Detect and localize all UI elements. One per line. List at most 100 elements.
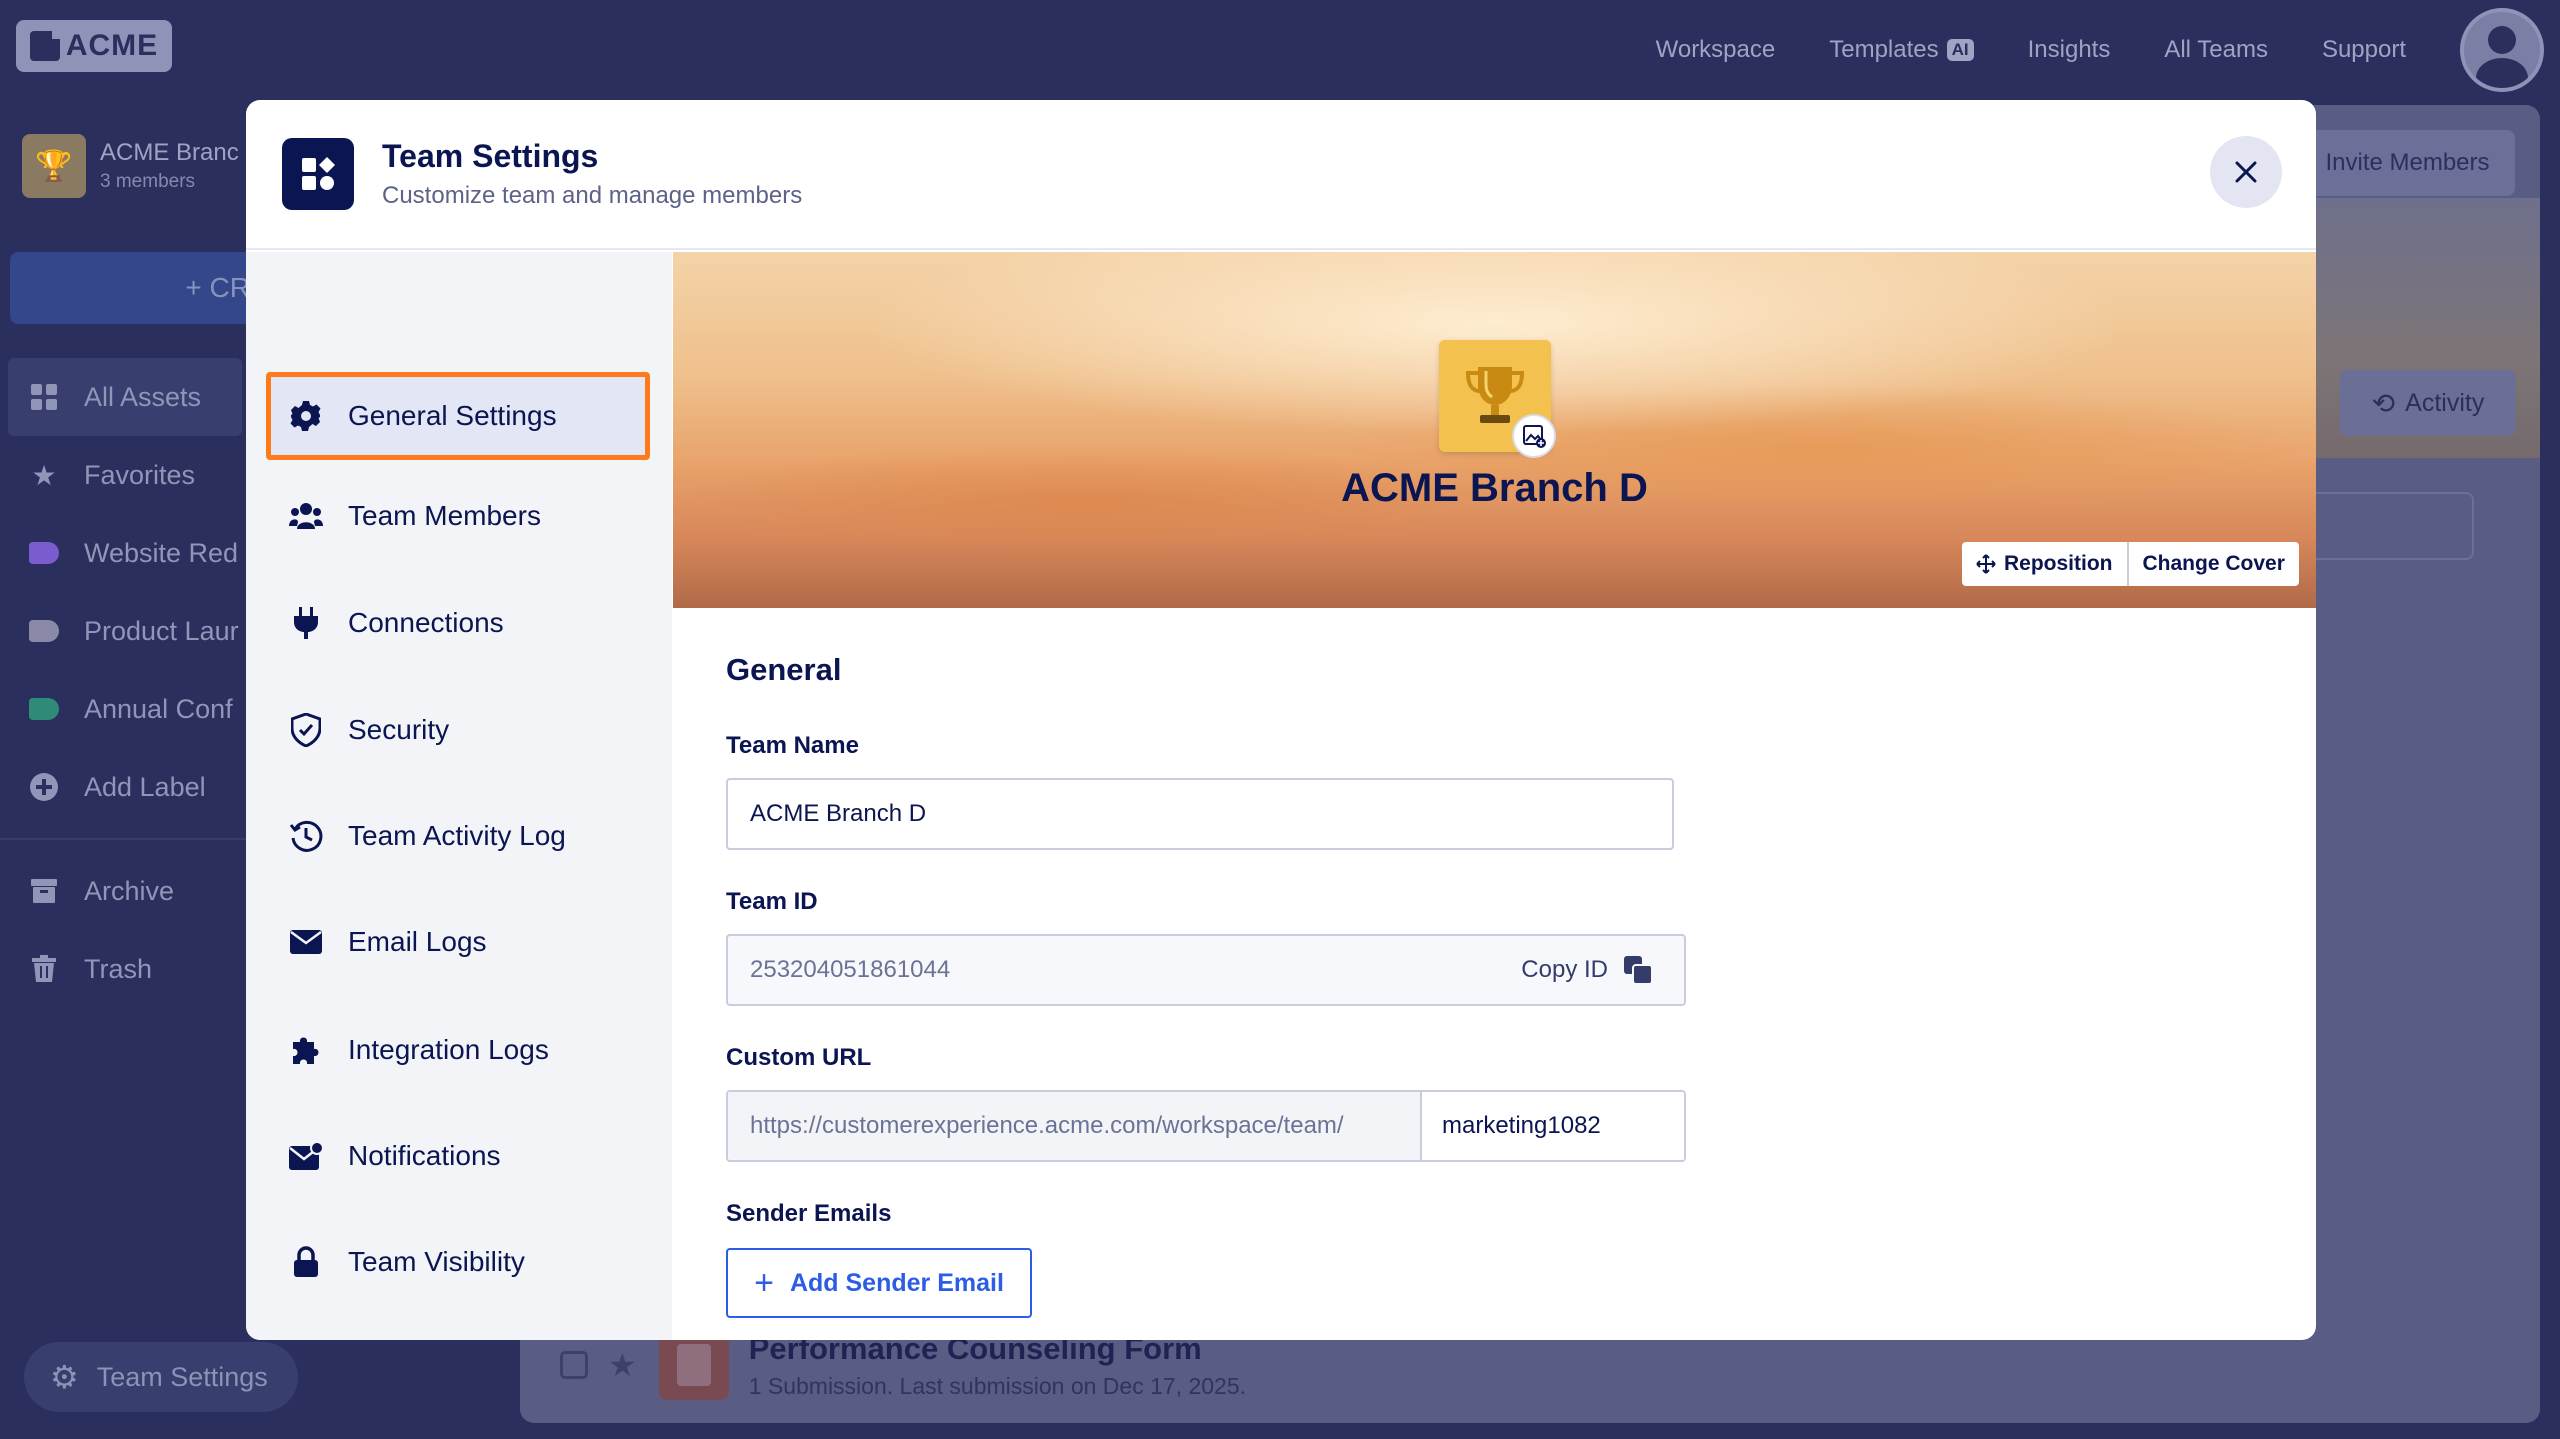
custom-url-input[interactable]: marketing1082: [1422, 1092, 1684, 1160]
trophy-icon: 🏆: [22, 134, 86, 198]
sidebar: 🏆 ACME Branc 3 members + CR All Assets ★…: [0, 100, 270, 1439]
tab-notifications[interactable]: Notifications: [266, 1112, 650, 1200]
sidebar-team-name: ACME Branc: [100, 139, 239, 166]
sidebar-item-website-red[interactable]: Website Red: [0, 514, 250, 592]
tab-label: Email Logs: [348, 926, 487, 957]
row-checkbox[interactable]: [560, 1351, 588, 1379]
create-button[interactable]: + CR: [10, 252, 270, 324]
sidebar-item-archive[interactable]: Archive: [0, 852, 250, 930]
sidebar-item-annual-conf[interactable]: Annual Conf: [0, 670, 250, 748]
modal-subtitle: Customize team and manage members: [382, 182, 803, 209]
team-name-input[interactable]: [726, 778, 1674, 850]
sidebar-item-label: Annual Conf: [84, 693, 233, 724]
ai-badge: AI: [1946, 39, 1974, 61]
team-id-field: 253204051861044 Copy ID: [726, 934, 1686, 1006]
image-edit-icon: [1523, 425, 1546, 448]
tab-team-activity-log[interactable]: Team Activity Log: [266, 792, 650, 880]
team-id-label: Team ID: [726, 888, 818, 915]
team-settings-label: Team Settings: [96, 1361, 268, 1392]
move-icon: [1976, 554, 1996, 574]
tab-security[interactable]: Security: [266, 686, 650, 774]
modal-title: Team Settings: [382, 138, 599, 174]
team-settings-button[interactable]: ⚙ Team Settings: [24, 1342, 298, 1412]
cover-team-name: ACME Branch D: [1341, 466, 1648, 510]
tab-label: Security: [348, 714, 450, 745]
sidebar-item-label: Product Laur: [84, 615, 239, 646]
tab-label: Team Activity Log: [348, 820, 566, 851]
tab-email-logs[interactable]: Email Logs: [266, 898, 650, 986]
nav-all-teams-label: All Teams: [2164, 36, 2268, 63]
reposition-button[interactable]: Reposition: [1962, 542, 2127, 586]
sidebar-divider: [0, 838, 250, 840]
nav-all-teams[interactable]: All Teams: [2164, 36, 2268, 64]
tab-label: General Settings: [348, 400, 557, 431]
dashboard-icon: [282, 138, 354, 210]
grid-icon: [28, 381, 60, 413]
users-icon: [288, 498, 324, 534]
close-button[interactable]: [2210, 136, 2282, 208]
acme-logo[interactable]: ACME: [16, 20, 172, 72]
trash-icon: [28, 953, 60, 985]
sidebar-item-label: Add Label: [84, 771, 206, 802]
settings-nav: General Settings Team Members Connection…: [246, 252, 672, 1340]
top-bar: ACME Workspace Templates AI Insights All …: [0, 0, 2560, 100]
sidebar-item-all-assets[interactable]: All Assets: [8, 358, 242, 436]
tab-label: Team Visibility: [348, 1246, 525, 1277]
change-cover-button[interactable]: Change Cover: [2129, 542, 2299, 586]
nav-templates-label: Templates: [1829, 36, 1939, 63]
nav-insights[interactable]: Insights: [2028, 36, 2111, 64]
tab-general-settings[interactable]: General Settings: [266, 372, 650, 460]
history-icon: ⟲: [2371, 387, 2396, 419]
trophy-icon: [1465, 367, 1525, 423]
add-sender-email-button[interactable]: + Add Sender Email: [726, 1248, 1032, 1318]
tab-connections[interactable]: Connections: [266, 579, 650, 667]
activity-button[interactable]: ⟲ Activity: [2340, 370, 2516, 436]
plug-icon: [288, 605, 324, 641]
activity-label: Activity: [2405, 388, 2485, 417]
list-item[interactable]: ★ Performance Counseling Form 1 Submissi…: [560, 1330, 1246, 1400]
invite-members-button[interactable]: Invite Members: [2300, 130, 2515, 196]
sidebar-item-add-label[interactable]: Add Label: [0, 748, 250, 826]
plus-circle-icon: [28, 771, 60, 803]
star-icon[interactable]: ★: [608, 1346, 637, 1384]
nav-support[interactable]: Support: [2322, 36, 2406, 64]
nav-workspace[interactable]: Workspace: [1656, 36, 1776, 64]
add-sender-email-label: Add Sender Email: [789, 1268, 1004, 1297]
change-avatar-button[interactable]: [1512, 414, 1556, 458]
sidebar-item-favorites[interactable]: ★ Favorites: [0, 436, 250, 514]
label-icon: [28, 537, 60, 569]
logo-text: ACME: [65, 29, 159, 62]
tab-team-visibility[interactable]: Team Visibility: [266, 1218, 650, 1306]
tab-label: Integration Logs: [348, 1034, 549, 1065]
copy-id-button[interactable]: Copy ID: [1521, 954, 1654, 986]
cover-actions: Reposition Change Cover: [1962, 542, 2299, 586]
team-id-value: 253204051861044: [750, 956, 951, 983]
history-icon: [288, 818, 324, 854]
sidebar-team[interactable]: 🏆 ACME Branc 3 members: [22, 134, 239, 198]
nav-insights-label: Insights: [2027, 36, 2111, 63]
sidebar-item-label: Archive: [84, 875, 175, 906]
tab-integration-logs[interactable]: Integration Logs: [266, 1006, 650, 1094]
form-submission-info: 1 Submission. Last submission on Dec 17,…: [748, 1372, 1247, 1399]
nav-templates[interactable]: Templates AI: [1829, 36, 1974, 64]
sidebar-item-label: All Assets: [84, 381, 202, 412]
change-cover-label: Change Cover: [2142, 552, 2285, 575]
section-title-general: General: [726, 652, 842, 687]
sidebar-item-label: Trash: [84, 953, 153, 984]
user-avatar[interactable]: [2460, 8, 2544, 92]
sidebar-item-label: Website Red: [84, 537, 239, 568]
mail-notification-icon: [288, 1138, 324, 1174]
sender-emails-label: Sender Emails: [726, 1200, 892, 1227]
label-icon: [28, 693, 60, 725]
archive-icon: [28, 875, 60, 907]
logo-mark-icon: [29, 27, 64, 61]
sidebar-item-product-laur[interactable]: Product Laur: [0, 592, 250, 670]
form-icon: [658, 1330, 729, 1400]
gear-icon: [288, 398, 324, 434]
sidebar-item-trash[interactable]: Trash: [0, 930, 250, 1008]
reposition-label: Reposition: [2004, 552, 2113, 575]
nav-support-label: Support: [2321, 36, 2406, 63]
label-icon: [28, 615, 60, 647]
team-name-label: Team Name: [726, 732, 859, 759]
custom-url-prefix: https://customerexperience.acme.com/work…: [728, 1092, 1422, 1160]
